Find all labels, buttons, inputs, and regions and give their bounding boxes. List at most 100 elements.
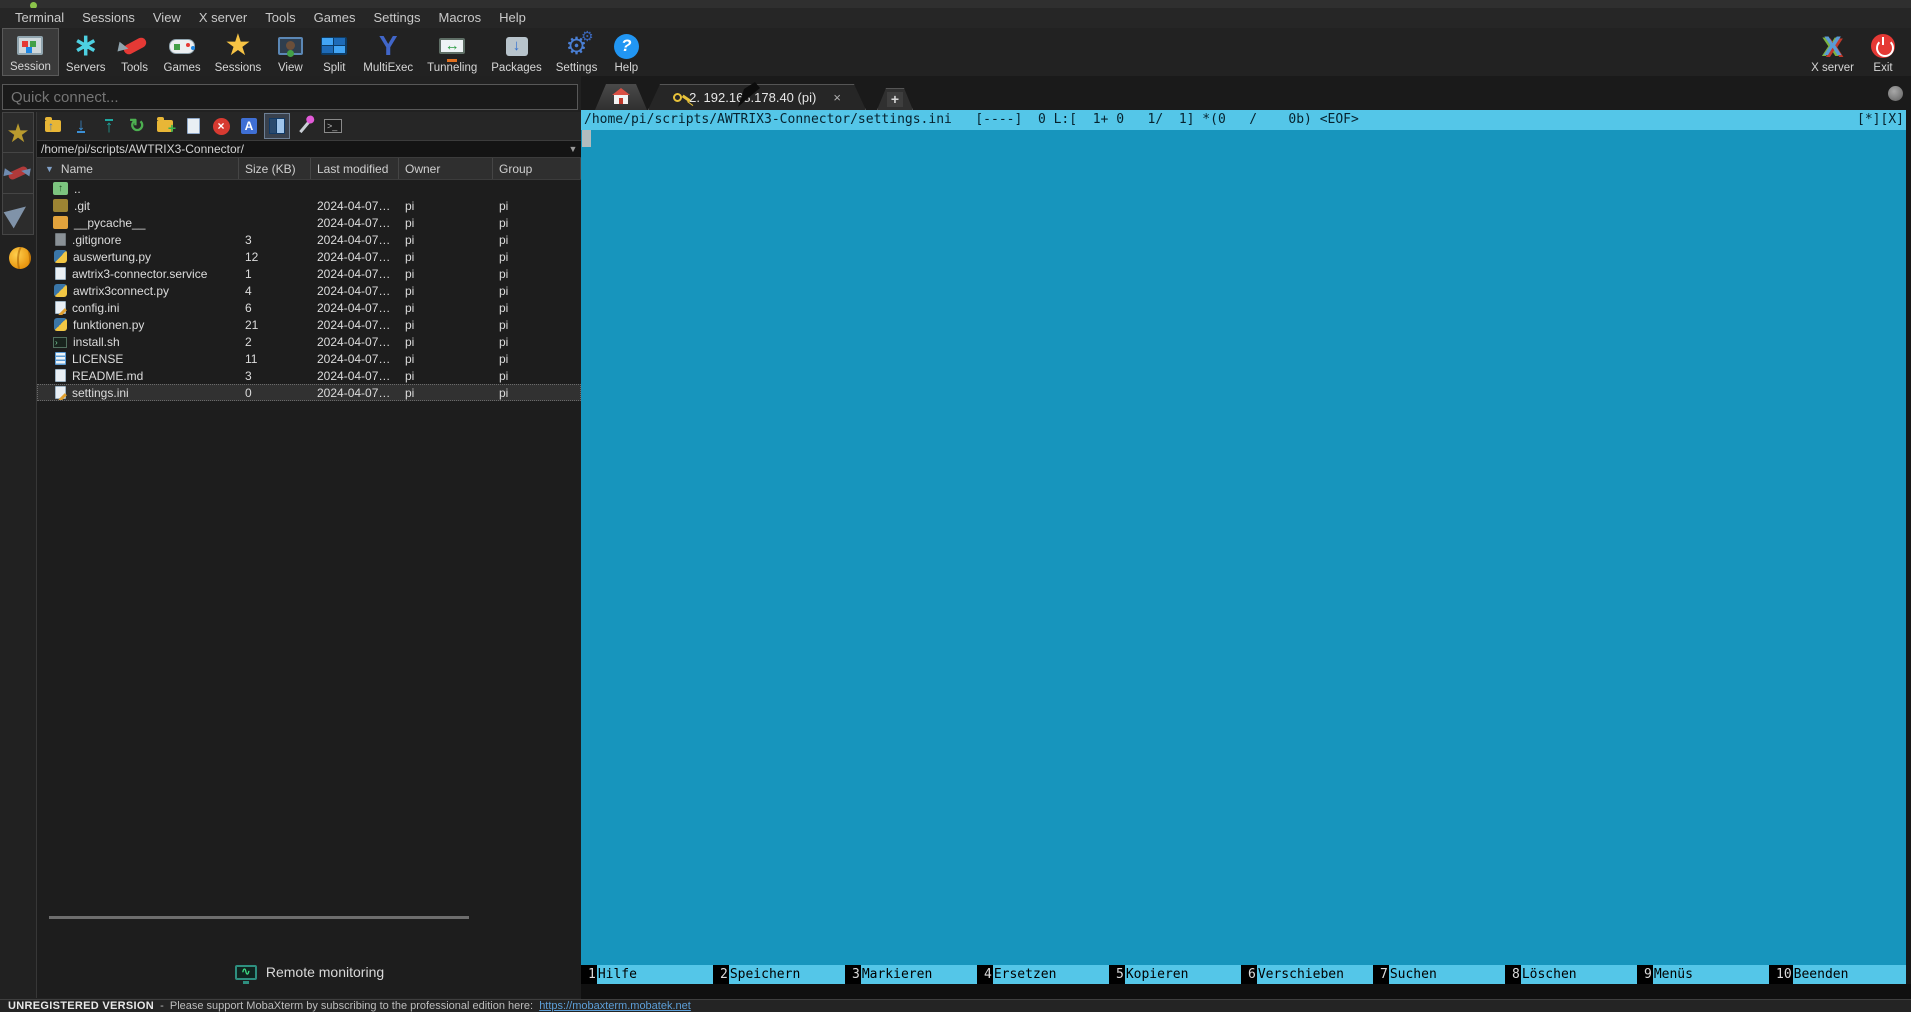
file-row[interactable]: __pycache__2024-04-07…pipi	[37, 214, 581, 231]
keybar-f1[interactable]: 1Hilfe	[581, 965, 713, 984]
toolbar-item-packages[interactable]: ↓Packages	[484, 28, 549, 76]
new-tab-button[interactable]: +	[877, 88, 913, 110]
tabbar-right-button[interactable]	[1888, 86, 1903, 101]
file-owner: pi	[399, 386, 493, 400]
column-header-size[interactable]: Size (KB)	[239, 158, 311, 179]
sftp-globe-icon[interactable]	[9, 247, 31, 269]
file-row[interactable]: .gitignore32024-04-07…pipi	[37, 231, 581, 248]
file-name: install.sh	[73, 335, 120, 349]
file-row[interactable]: awtrix3-connector.service12024-04-07…pip…	[37, 265, 581, 282]
keybar-f10[interactable]: 10Beenden	[1769, 965, 1901, 984]
toolbar-item-exit[interactable]: Exit	[1861, 28, 1905, 76]
python-icon	[54, 284, 67, 297]
terminal-cursor	[582, 130, 591, 147]
editor-header-buttons[interactable]: [*][X]	[1857, 110, 1906, 130]
file-row[interactable]: LICENSE112024-04-07…pipi	[37, 350, 581, 367]
settings-icon: ⚙	[562, 32, 592, 60]
toolbar-item-split[interactable]: Split	[312, 28, 356, 76]
dual-pane-icon[interactable]	[265, 114, 289, 138]
path-dropdown-icon[interactable]: ▼	[565, 144, 581, 154]
upload-icon[interactable]: ↑	[97, 114, 121, 138]
sidebar-tab-macros[interactable]	[2, 194, 34, 235]
file-modified: 2024-04-07…	[311, 335, 399, 349]
keybar-f6[interactable]: 6Verschieben	[1241, 965, 1373, 984]
menu-tools[interactable]: Tools	[256, 8, 304, 28]
file-row[interactable]: ↑..	[37, 180, 581, 197]
file-row[interactable]: auswertung.py122024-04-07…pipi	[37, 248, 581, 265]
download-icon[interactable]: ↓	[69, 114, 93, 138]
keybar-number: 4	[977, 965, 993, 984]
new-folder-icon[interactable]: +	[153, 114, 177, 138]
mcedit-editor[interactable]: /home/pi/scripts/AWTRIX3-Connector/setti…	[581, 110, 1906, 984]
menu-macros[interactable]: Macros	[429, 8, 490, 28]
quick-connect-input[interactable]	[2, 84, 578, 110]
new-file-icon[interactable]	[181, 114, 205, 138]
file-list-hscrollbar[interactable]	[49, 916, 469, 919]
toolbar-item-sessions[interactable]: ★Sessions	[208, 28, 269, 76]
file-row[interactable]: ›install.sh22024-04-07…pipi	[37, 333, 581, 350]
keybar-f4[interactable]: 4Ersetzen	[977, 965, 1109, 984]
path-bar[interactable]: /home/pi/scripts/AWTRIX3-Connector/ ▼	[37, 140, 581, 158]
file-group: pi	[493, 369, 581, 383]
file-name-cell: awtrix3-connector.service	[37, 267, 239, 281]
rename-icon[interactable]: A	[237, 114, 261, 138]
keybar-f2[interactable]: 2Speichern	[713, 965, 845, 984]
toolbar-item-games[interactable]: Games	[157, 28, 208, 76]
file-row[interactable]: README.md32024-04-07…pipi	[37, 367, 581, 384]
file-row[interactable]: .git2024-04-07…pipi	[37, 197, 581, 214]
toolbar-item-x server[interactable]: XX server	[1804, 28, 1861, 76]
column-header-name[interactable]: ▼Name	[37, 158, 239, 179]
open-terminal-icon[interactable]: >_	[321, 114, 345, 138]
toolbar-item-multiexec[interactable]: YMultiExec	[356, 28, 420, 76]
file-row[interactable]: awtrix3connect.py42024-04-07…pipi	[37, 282, 581, 299]
toolbar-item-label: Games	[164, 62, 201, 74]
sidebar-tab-sessions[interactable]: ★	[2, 112, 34, 153]
keybar-f8[interactable]: 8Löschen	[1505, 965, 1637, 984]
remote-monitoring-button[interactable]: ∿ Remote monitoring	[37, 964, 582, 980]
keybar-f5[interactable]: 5Kopieren	[1109, 965, 1241, 984]
keybar-f7[interactable]: 7Suchen	[1373, 965, 1505, 984]
file-modified: 2024-04-07…	[311, 352, 399, 366]
current-path[interactable]: /home/pi/scripts/AWTRIX3-Connector/	[37, 142, 565, 156]
wizard-wand-icon[interactable]	[293, 114, 317, 138]
column-header-owner[interactable]: Owner	[399, 158, 493, 179]
toolbar-item-help[interactable]: ?Help	[604, 28, 648, 76]
column-header-modified[interactable]: Last modified	[311, 158, 399, 179]
menu-sessions[interactable]: Sessions	[73, 8, 144, 28]
toolbar-item-view[interactable]: View	[268, 28, 312, 76]
menu-terminal[interactable]: Terminal	[6, 8, 73, 28]
delete-icon[interactable]: ×	[209, 114, 233, 138]
file-row[interactable]: config.ini62024-04-07…pipi	[37, 299, 581, 316]
sidebar-tab-tools[interactable]	[2, 153, 34, 194]
file-group: pi	[493, 284, 581, 298]
file-modified: 2024-04-07…	[311, 267, 399, 281]
file-table-header: ▼Name Size (KB) Last modified Owner Grou…	[37, 158, 581, 180]
menu-x-server[interactable]: X server	[190, 8, 256, 28]
keybar-f9[interactable]: 9Menüs	[1637, 965, 1769, 984]
refresh-icon[interactable]: ↻	[125, 114, 149, 138]
file-row[interactable]: funktionen.py212024-04-07…pipi	[37, 316, 581, 333]
parent-folder-icon[interactable]: ↑	[41, 114, 65, 138]
toolbar-item-tools[interactable]: Tools	[113, 28, 157, 76]
terminal-scrollbar[interactable]	[1906, 110, 1911, 984]
column-header-group[interactable]: Group	[493, 158, 581, 179]
keybar-f3[interactable]: 3Markieren	[845, 965, 977, 984]
help-icon: ?	[611, 32, 641, 60]
menu-help[interactable]: Help	[490, 8, 535, 28]
toolbar-item-settings[interactable]: ⚙Settings	[549, 28, 605, 76]
toolbar-item-session[interactable]: Session	[2, 28, 59, 76]
keybar-label: Speichern	[729, 965, 800, 984]
paper-plane-icon	[4, 200, 33, 228]
file-owner: pi	[399, 369, 493, 383]
menu-games[interactable]: Games	[305, 8, 365, 28]
python-icon	[54, 318, 67, 331]
menu-settings[interactable]: Settings	[365, 8, 430, 28]
toolbar-item-tunneling[interactable]: ↔Tunneling	[420, 28, 484, 76]
statusbar-link[interactable]: https://mobaxterm.mobatek.net	[539, 1000, 691, 1012]
editor-body[interactable]	[581, 130, 1906, 965]
tab-close-icon[interactable]: ×	[833, 90, 841, 105]
file-row[interactable]: settings.ini02024-04-07…pipi	[37, 384, 581, 401]
home-tab[interactable]	[595, 84, 647, 110]
menu-view[interactable]: View	[144, 8, 190, 28]
toolbar-item-servers[interactable]: ∗Servers	[59, 28, 113, 76]
